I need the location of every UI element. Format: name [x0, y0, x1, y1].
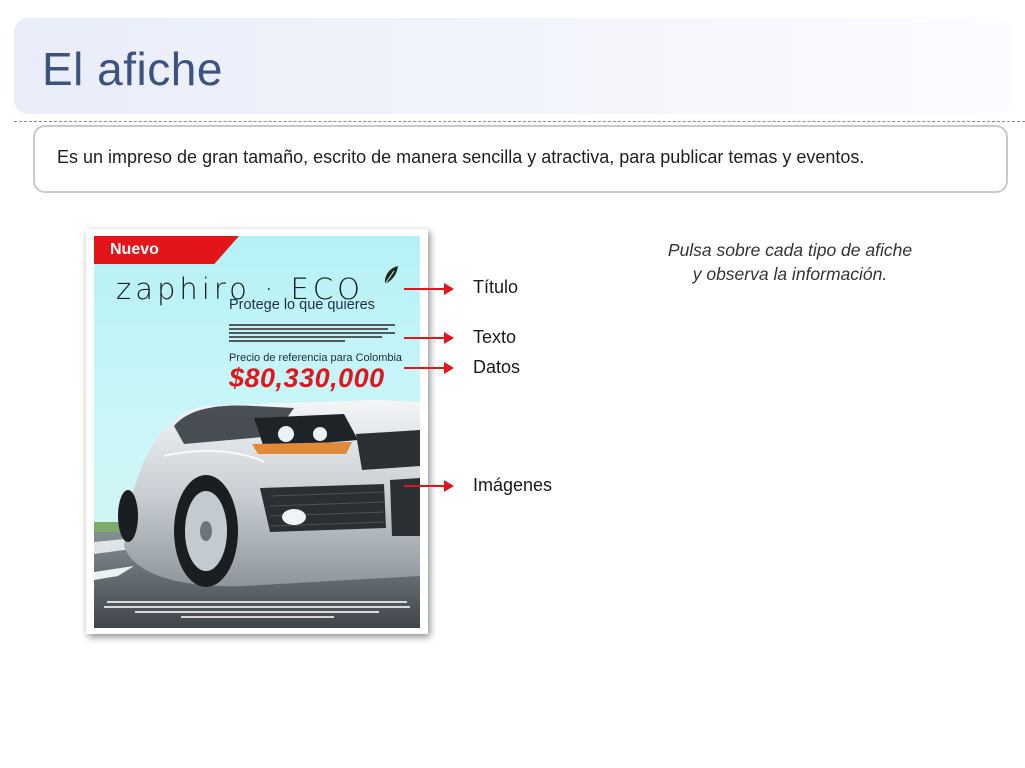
instruction-hint: Pulsa sobre cada tipo de afiche y observ… — [620, 238, 960, 286]
poster-body-text — [229, 324, 395, 344]
arrow-title — [404, 283, 454, 295]
leaf-icon — [384, 266, 398, 285]
label-text[interactable]: Texto — [473, 327, 516, 348]
dashed-divider — [14, 121, 1025, 122]
poster-tagline: Protege lo que quieres — [229, 297, 375, 313]
label-images[interactable]: Imágenes — [473, 475, 552, 496]
price-value: $80,330,000 — [229, 363, 385, 393]
arrow-images — [404, 480, 454, 492]
car-illustration — [94, 400, 420, 628]
new-badge-label: Nuevo — [110, 241, 159, 258]
page-title: El afiche — [42, 43, 223, 95]
hint-line-1: Pulsa sobre cada tipo de afiche — [667, 240, 913, 260]
arrow-data — [404, 362, 454, 374]
definition-box: Es un impreso de gran tamaño, escrito de… — [33, 125, 1008, 193]
arrow-text — [404, 332, 454, 344]
label-data[interactable]: Datos — [473, 357, 520, 378]
label-title[interactable]: Título — [473, 277, 518, 298]
hint-line-2: y observa la información. — [692, 264, 888, 284]
definition-text: Es un impreso de gran tamaño, escrito de… — [57, 147, 865, 167]
poster-image[interactable]: Nuevo zaphiro · ECO Protege lo que quier… — [94, 236, 420, 628]
slide: El afiche Es un impreso de gran tamaño, … — [0, 0, 1025, 768]
poster-footer-text — [104, 601, 410, 621]
